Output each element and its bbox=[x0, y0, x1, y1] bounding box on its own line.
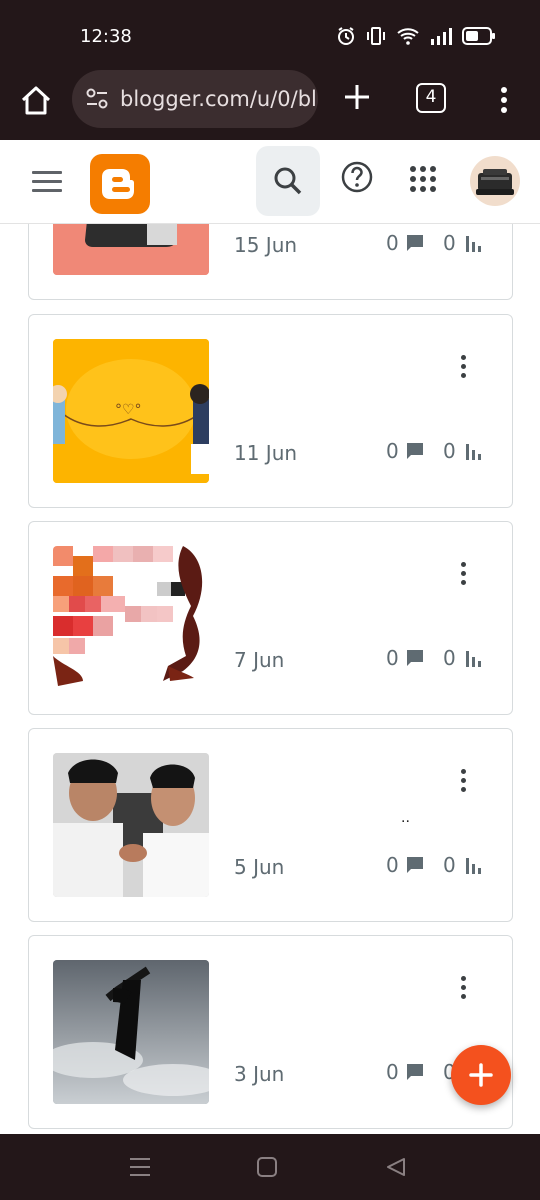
view-count[interactable]: 0 bbox=[443, 853, 482, 877]
view-count-value: 0 bbox=[443, 646, 456, 670]
post-thumbnail[interactable]: °♡° bbox=[53, 339, 209, 483]
bar-chart-icon bbox=[465, 858, 481, 874]
comment-count[interactable]: 0 bbox=[386, 1060, 425, 1084]
view-count-value: 0 bbox=[443, 853, 456, 877]
home-button[interactable] bbox=[18, 82, 54, 118]
help-button[interactable] bbox=[340, 160, 374, 194]
comment-count[interactable]: 0 bbox=[386, 853, 425, 877]
bar-chart-icon bbox=[465, 236, 481, 252]
comment-count-value: 0 bbox=[386, 1060, 399, 1084]
recent-apps-button[interactable] bbox=[120, 1152, 160, 1182]
comment-icon bbox=[406, 857, 423, 873]
vibrate-icon bbox=[366, 26, 386, 51]
blogger-logo[interactable] bbox=[90, 154, 150, 214]
back-nav-button[interactable] bbox=[387, 1158, 405, 1176]
comment-icon bbox=[406, 1064, 423, 1080]
help-icon bbox=[341, 161, 373, 193]
home-icon bbox=[21, 86, 51, 115]
apps-grid-icon bbox=[410, 166, 436, 192]
search-button[interactable] bbox=[256, 146, 320, 216]
url-bar[interactable]: blogger.com/u/0/blc bbox=[72, 70, 318, 128]
alarm-icon bbox=[336, 26, 356, 51]
wifi-icon bbox=[396, 26, 420, 51]
svg-text:°♡°: °♡° bbox=[115, 402, 142, 418]
post-date: 7 Jun bbox=[234, 648, 285, 672]
post-thumbnail[interactable] bbox=[53, 546, 209, 690]
comment-count-value: 0 bbox=[386, 231, 399, 255]
comment-count[interactable]: 0 bbox=[386, 439, 425, 463]
more-vert-icon[interactable] bbox=[455, 769, 471, 797]
status-bar: 12:38 bbox=[0, 0, 540, 70]
status-icons bbox=[336, 26, 496, 51]
more-vert-icon[interactable] bbox=[455, 562, 471, 590]
post-thumbnail[interactable] bbox=[53, 224, 209, 275]
post-card[interactable]: 3 Jun 0 0 bbox=[28, 935, 513, 1129]
browser-toolbar: blogger.com/u/0/blc 4 bbox=[0, 70, 540, 140]
comment-count-value: 0 bbox=[386, 853, 399, 877]
account-avatar[interactable] bbox=[470, 156, 520, 206]
post-date: 11 Jun bbox=[234, 441, 298, 465]
post-thumbnail[interactable] bbox=[53, 960, 209, 1104]
view-count[interactable]: 0 bbox=[443, 646, 482, 670]
add-icon bbox=[469, 1063, 493, 1087]
status-time: 12:38 bbox=[80, 26, 132, 47]
comment-count[interactable]: 0 bbox=[386, 231, 425, 255]
comment-count[interactable]: 0 bbox=[386, 646, 425, 670]
post-title[interactable]: .. bbox=[401, 809, 421, 833]
post-card[interactable]: 7 Jun 0 0 bbox=[28, 521, 513, 715]
view-count-value: 0 bbox=[443, 439, 456, 463]
post-card[interactable]: °♡° 11 Jun 0 0 bbox=[28, 314, 513, 508]
view-count-value: 0 bbox=[443, 231, 456, 255]
post-list: 15 Jun 0 0 °♡° 11 Jun 0 0 7 Jun 0 0 .. 5… bbox=[0, 224, 540, 1134]
tab-switcher-button[interactable]: 4 bbox=[416, 83, 446, 113]
more-vert-icon[interactable] bbox=[455, 976, 471, 1004]
new-post-button[interactable] bbox=[451, 1045, 511, 1105]
comment-count-value: 0 bbox=[386, 646, 399, 670]
post-thumbnail[interactable] bbox=[53, 753, 209, 897]
post-date: 5 Jun bbox=[234, 855, 285, 879]
url-text: blogger.com/u/0/blc bbox=[120, 87, 318, 111]
view-count[interactable]: 0 bbox=[443, 231, 482, 255]
battery-icon bbox=[462, 27, 496, 50]
home-nav-button[interactable] bbox=[257, 1157, 277, 1177]
comment-icon bbox=[406, 650, 423, 666]
apps-grid-button[interactable] bbox=[408, 164, 438, 194]
app-header bbox=[0, 140, 540, 224]
more-vert-icon[interactable] bbox=[455, 355, 471, 383]
browser-menu-button[interactable] bbox=[492, 82, 516, 118]
bar-chart-icon bbox=[465, 444, 481, 460]
site-info-icon[interactable] bbox=[86, 88, 108, 110]
post-date: 3 Jun bbox=[234, 1062, 285, 1086]
view-count[interactable]: 0 bbox=[443, 439, 482, 463]
post-card[interactable]: 15 Jun 0 0 bbox=[28, 224, 513, 300]
comment-icon bbox=[406, 235, 423, 251]
post-title-fragment: .. bbox=[401, 809, 410, 826]
post-date: 15 Jun bbox=[234, 233, 298, 257]
comment-count-value: 0 bbox=[386, 439, 399, 463]
menu-icon[interactable] bbox=[32, 171, 62, 193]
comment-icon bbox=[406, 443, 423, 459]
new-tab-button[interactable] bbox=[340, 80, 374, 114]
post-card[interactable]: .. 5 Jun 0 0 bbox=[28, 728, 513, 922]
plus-icon bbox=[345, 85, 369, 109]
bar-chart-icon bbox=[465, 651, 481, 667]
system-navigation-bar bbox=[0, 1134, 540, 1200]
search-icon bbox=[274, 167, 302, 195]
signal-icon bbox=[430, 27, 452, 50]
more-vert-icon bbox=[501, 87, 507, 113]
